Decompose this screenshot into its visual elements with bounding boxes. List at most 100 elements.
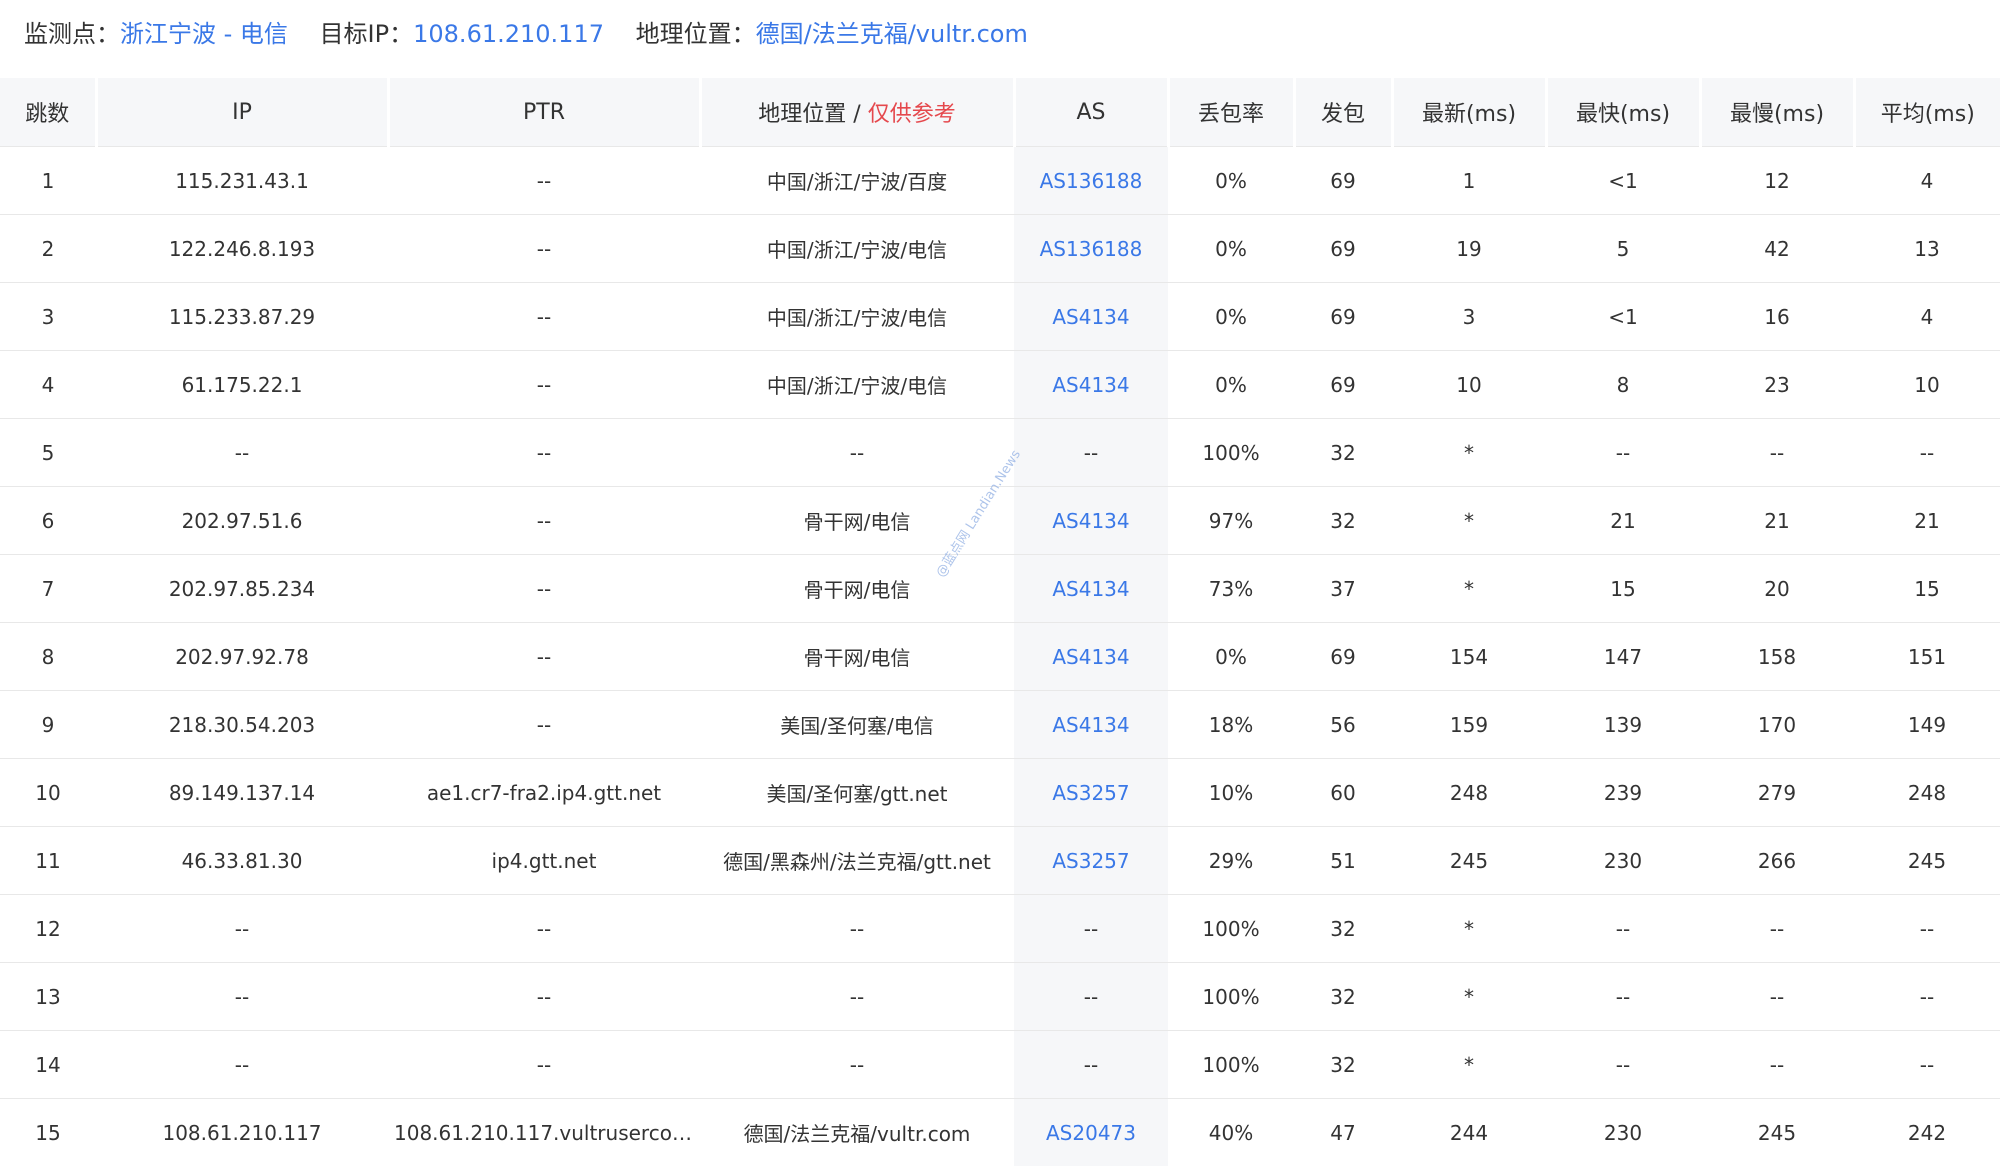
as-link[interactable]: AS3257 xyxy=(1052,849,1129,873)
cell-worst: 42 xyxy=(1700,215,1854,283)
cell-loss: 100% xyxy=(1168,1031,1294,1099)
cell-worst: 16 xyxy=(1700,283,1854,351)
cell-last: 10 xyxy=(1392,351,1546,419)
cell-ptr: -- xyxy=(388,351,700,419)
as-link[interactable]: AS4134 xyxy=(1052,509,1129,533)
col-hop: 跳数 xyxy=(0,78,96,147)
cell-ip: 218.30.54.203 xyxy=(96,691,388,759)
cell-last: 3 xyxy=(1392,283,1546,351)
target-label: 目标IP： xyxy=(320,20,414,48)
cell-worst: 245 xyxy=(1700,1099,1854,1166)
cell-avg: -- xyxy=(1854,895,2000,963)
as-link[interactable]: AS136188 xyxy=(1040,169,1143,193)
target-ip: 目标IP：108.61.210.117 xyxy=(320,14,604,54)
cell-best: 15 xyxy=(1546,555,1700,623)
cell-last: * xyxy=(1392,895,1546,963)
cell-avg: 10 xyxy=(1854,351,2000,419)
cell-geo: 德国/法兰克福/vultr.com xyxy=(700,1099,1014,1166)
as-link[interactable]: AS4134 xyxy=(1052,305,1129,329)
cell-worst: 23 xyxy=(1700,351,1854,419)
cell-hop: 4 xyxy=(0,351,96,419)
cell-last: 1 xyxy=(1392,147,1546,215)
cell-last: * xyxy=(1392,555,1546,623)
table-row: 1146.33.81.30ip4.gtt.net德国/黑森州/法兰克福/gtt.… xyxy=(0,827,2000,895)
table-row: 7202.97.85.234--骨干网/电信AS413473%37*152015 xyxy=(0,555,2000,623)
cell-hop: 12 xyxy=(0,895,96,963)
cell-avg: -- xyxy=(1854,1031,2000,1099)
col-loss: 丢包率 xyxy=(1168,78,1294,147)
cell-ptr: -- xyxy=(388,555,700,623)
cell-geo: 骨干网/电信 xyxy=(700,623,1014,691)
cell-avg: 4 xyxy=(1854,147,2000,215)
cell-best: -- xyxy=(1546,419,1700,487)
cell-as: AS4134 xyxy=(1014,623,1168,691)
cell-loss: 40% xyxy=(1168,1099,1294,1166)
cell-as: AS4134 xyxy=(1014,283,1168,351)
cell-worst: 266 xyxy=(1700,827,1854,895)
cell-sent: 69 xyxy=(1294,351,1392,419)
cell-hop: 2 xyxy=(0,215,96,283)
table-row: 2122.246.8.193--中国/浙江/宁波/电信AS1361880%691… xyxy=(0,215,2000,283)
cell-loss: 97% xyxy=(1168,487,1294,555)
cell-sent: 51 xyxy=(1294,827,1392,895)
cell-hop: 5 xyxy=(0,419,96,487)
cell-last: 159 xyxy=(1392,691,1546,759)
as-link[interactable]: AS4134 xyxy=(1052,373,1129,397)
cell-best: -- xyxy=(1546,963,1700,1031)
table-row: 1089.149.137.14ae1.cr7-fra2.ip4.gtt.net美… xyxy=(0,759,2000,827)
cell-sent: 69 xyxy=(1294,147,1392,215)
cell-as: -- xyxy=(1014,895,1168,963)
cell-last: 244 xyxy=(1392,1099,1546,1166)
as-link[interactable]: AS20473 xyxy=(1046,1121,1136,1145)
cell-hop: 14 xyxy=(0,1031,96,1099)
cell-last: * xyxy=(1392,419,1546,487)
as-link[interactable]: AS4134 xyxy=(1052,713,1129,737)
cell-hop: 9 xyxy=(0,691,96,759)
table-row: 8202.97.92.78--骨干网/电信AS41340%69154147158… xyxy=(0,623,2000,691)
cell-geo: -- xyxy=(700,1031,1014,1099)
cell-ptr: -- xyxy=(388,487,700,555)
cell-last: * xyxy=(1392,1031,1546,1099)
geo-location: 地理位置：德国/法兰克福/vultr.com xyxy=(636,14,1028,54)
cell-ip: 108.61.210.117 xyxy=(96,1099,388,1166)
cell-ptr: -- xyxy=(388,215,700,283)
cell-as: -- xyxy=(1014,963,1168,1031)
as-link[interactable]: AS4134 xyxy=(1052,645,1129,669)
cell-sent: 37 xyxy=(1294,555,1392,623)
cell-best: 5 xyxy=(1546,215,1700,283)
cell-loss: 100% xyxy=(1168,963,1294,1031)
cell-hop: 11 xyxy=(0,827,96,895)
cell-geo: -- xyxy=(700,963,1014,1031)
col-geo: 地理位置 / 仅供参考 xyxy=(700,78,1014,147)
cell-loss: 18% xyxy=(1168,691,1294,759)
cell-as: AS4134 xyxy=(1014,487,1168,555)
table-row: 14--------100%32*------ xyxy=(0,1031,2000,1099)
cell-ip: -- xyxy=(96,1031,388,1099)
cell-loss: 0% xyxy=(1168,623,1294,691)
as-link[interactable]: AS3257 xyxy=(1052,781,1129,805)
cell-geo: 中国/浙江/宁波/电信 xyxy=(700,283,1014,351)
cell-sent: 32 xyxy=(1294,487,1392,555)
as-link[interactable]: AS136188 xyxy=(1040,237,1143,261)
cell-ptr: -- xyxy=(388,895,700,963)
cell-geo: 美国/圣何塞/gtt.net xyxy=(700,759,1014,827)
cell-worst: -- xyxy=(1700,895,1854,963)
cell-sent: 69 xyxy=(1294,283,1392,351)
cell-sent: 60 xyxy=(1294,759,1392,827)
monitor-point: 监测点：浙江宁波 - 电信 xyxy=(24,14,288,54)
cell-worst: 21 xyxy=(1700,487,1854,555)
geo-value: 德国/法兰克福/vultr.com xyxy=(756,20,1028,48)
as-link[interactable]: AS4134 xyxy=(1052,577,1129,601)
cell-hop: 10 xyxy=(0,759,96,827)
cell-sent: 56 xyxy=(1294,691,1392,759)
cell-ptr: -- xyxy=(388,419,700,487)
cell-as: AS3257 xyxy=(1014,827,1168,895)
cell-loss: 0% xyxy=(1168,283,1294,351)
monitor-value: 浙江宁波 - 电信 xyxy=(120,20,288,48)
cell-ip: 115.231.43.1 xyxy=(96,147,388,215)
cell-best: -- xyxy=(1546,895,1700,963)
cell-geo: 中国/浙江/宁波/电信 xyxy=(700,215,1014,283)
col-sent: 发包 xyxy=(1294,78,1392,147)
table-row: 13--------100%32*------ xyxy=(0,963,2000,1031)
cell-worst: 20 xyxy=(1700,555,1854,623)
